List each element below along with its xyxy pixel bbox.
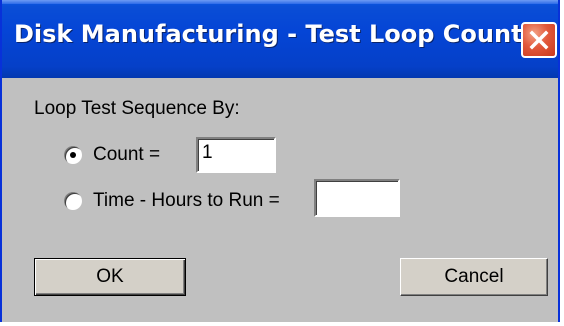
dialog-window: Disk Manufacturing - Test Loop Count Loo… — [0, 0, 560, 322]
cancel-button[interactable]: Cancel — [400, 258, 548, 296]
time-radio[interactable] — [63, 191, 83, 211]
time-hours-label: Time - Hours to Run = — [93, 190, 280, 211]
count-input[interactable]: 1 — [196, 137, 276, 173]
close-x-icon — [529, 30, 549, 50]
hours-input[interactable] — [314, 179, 400, 217]
title-bar[interactable]: Disk Manufacturing - Test Loop Count — [2, 0, 558, 78]
window-title: Disk Manufacturing - Test Loop Count — [14, 20, 523, 48]
close-button[interactable] — [521, 22, 557, 58]
radio-selected-dot — [70, 152, 76, 158]
ok-button[interactable]: OK — [34, 258, 186, 296]
count-radio[interactable] — [63, 145, 83, 165]
group-label: Loop Test Sequence By: — [34, 98, 240, 119]
dialog-body: Loop Test Sequence By: Count = 1 Time - … — [2, 78, 558, 322]
count-label: Count = — [93, 144, 161, 165]
